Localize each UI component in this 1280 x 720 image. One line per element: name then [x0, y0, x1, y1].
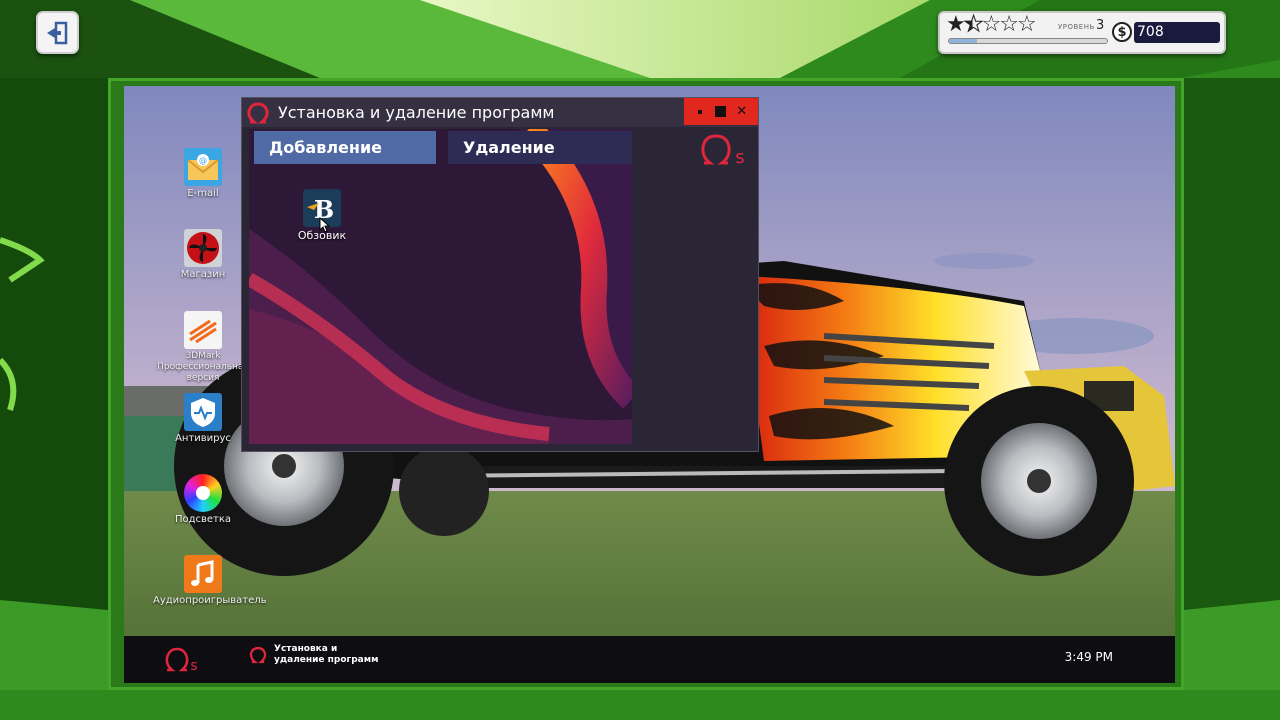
desktop-icon-rgb[interactable]: Подсветка: [153, 474, 253, 526]
svg-text:s: s: [735, 147, 744, 167]
tab-remove[interactable]: Удаление: [448, 131, 632, 164]
rating-stars: ★★☆☆☆: [946, 12, 1037, 37]
desktop-icon-label: Подсветка: [174, 514, 232, 525]
minimize-icon: [698, 109, 703, 114]
desktop-icon-shop[interactable]: Магазин: [153, 229, 253, 281]
window-title: Установка и удаление программ: [278, 103, 555, 122]
app-item-review[interactable]: B Обзовик: [282, 189, 362, 242]
level-label: УРОВЕНЬ: [1058, 23, 1095, 31]
desktop-icon-label: 3DMark Профессиональная версия: [157, 351, 249, 383]
exit-door-icon: [46, 21, 67, 44]
svg-text:s: s: [190, 658, 197, 674]
omega-logo-icon: [247, 102, 269, 124]
star-full-icon: ★: [946, 12, 966, 37]
star-empty-icon: ☆: [1016, 12, 1037, 37]
maximize-button[interactable]: [712, 103, 730, 121]
taskbar-clock: 3:49 PM: [1064, 650, 1113, 664]
desktop-icon-label: Аудиопроигрыватель: [153, 595, 267, 606]
desktop-screen: @ E-mail Магазин 3DMark Профессиональная…: [124, 86, 1175, 683]
programs-window: Установка и удаление программ ✕ Добавлен…: [241, 97, 759, 452]
xp-progress-fill: [949, 39, 978, 43]
close-icon: ✕: [736, 104, 748, 119]
desktop-icon-label: E-mail: [187, 188, 219, 199]
svg-text:@: @: [199, 156, 207, 165]
letter-b-icon: B: [303, 189, 341, 233]
window-controls: ✕: [684, 98, 758, 125]
window-titlebar[interactable]: Установка и удаление программ ✕: [242, 98, 758, 127]
tab-add[interactable]: Добавление: [254, 131, 436, 164]
3dmark-icon: [184, 311, 222, 349]
color-wheel-icon: [184, 474, 222, 512]
mail-icon: @: [184, 148, 222, 186]
player-hud: ★★☆☆☆ УРОВЕНЬ 3 $ 708: [938, 11, 1226, 54]
omega-s-logo-icon: [165, 647, 189, 672]
maximize-icon: [715, 106, 727, 117]
level-value: 3: [1096, 18, 1105, 33]
star-empty-icon: ☆: [999, 12, 1019, 37]
dollar-coin-icon: $: [1112, 22, 1132, 42]
window-body: Добавление Удаление B Обзовик: [249, 129, 632, 444]
start-button[interactable]: s: [164, 644, 200, 674]
desktop-icon-label: Магазин: [180, 269, 226, 280]
music-note-icon: [184, 555, 222, 593]
shield-pulse-icon: [184, 393, 222, 431]
taskbar-app-programs[interactable]: Установка и удаление программ: [248, 644, 384, 666]
mouse-cursor-icon: [319, 217, 331, 233]
taskbar-app-label: Установка и удаление программ: [274, 644, 379, 665]
xp-progress-bar: [948, 38, 1108, 44]
star-half-icon: ★: [963, 12, 984, 37]
desktop-icon-email[interactable]: @ E-mail: [153, 148, 253, 200]
desktop-icon-audio[interactable]: Аудиопроигрыватель: [153, 555, 267, 607]
close-button[interactable]: ✕: [733, 103, 751, 121]
desktop-icon-3dmark[interactable]: 3DMark Профессиональная версия: [153, 311, 253, 384]
minimize-button[interactable]: [691, 103, 709, 121]
money-value: 708: [1134, 22, 1220, 43]
star-empty-icon: ☆: [981, 12, 1001, 37]
omega-s-logo-icon: s: [701, 134, 745, 167]
omega-logo-icon: [249, 646, 267, 664]
exit-button[interactable]: [36, 11, 79, 54]
fan-icon: [184, 229, 222, 267]
desktop-icon-label: Антивирус: [175, 433, 231, 444]
desktop-icon-antivirus[interactable]: Антивирус: [153, 393, 253, 445]
window-background: [249, 129, 632, 444]
taskbar: s Установка и удаление программ 3:49 PM: [124, 636, 1175, 683]
